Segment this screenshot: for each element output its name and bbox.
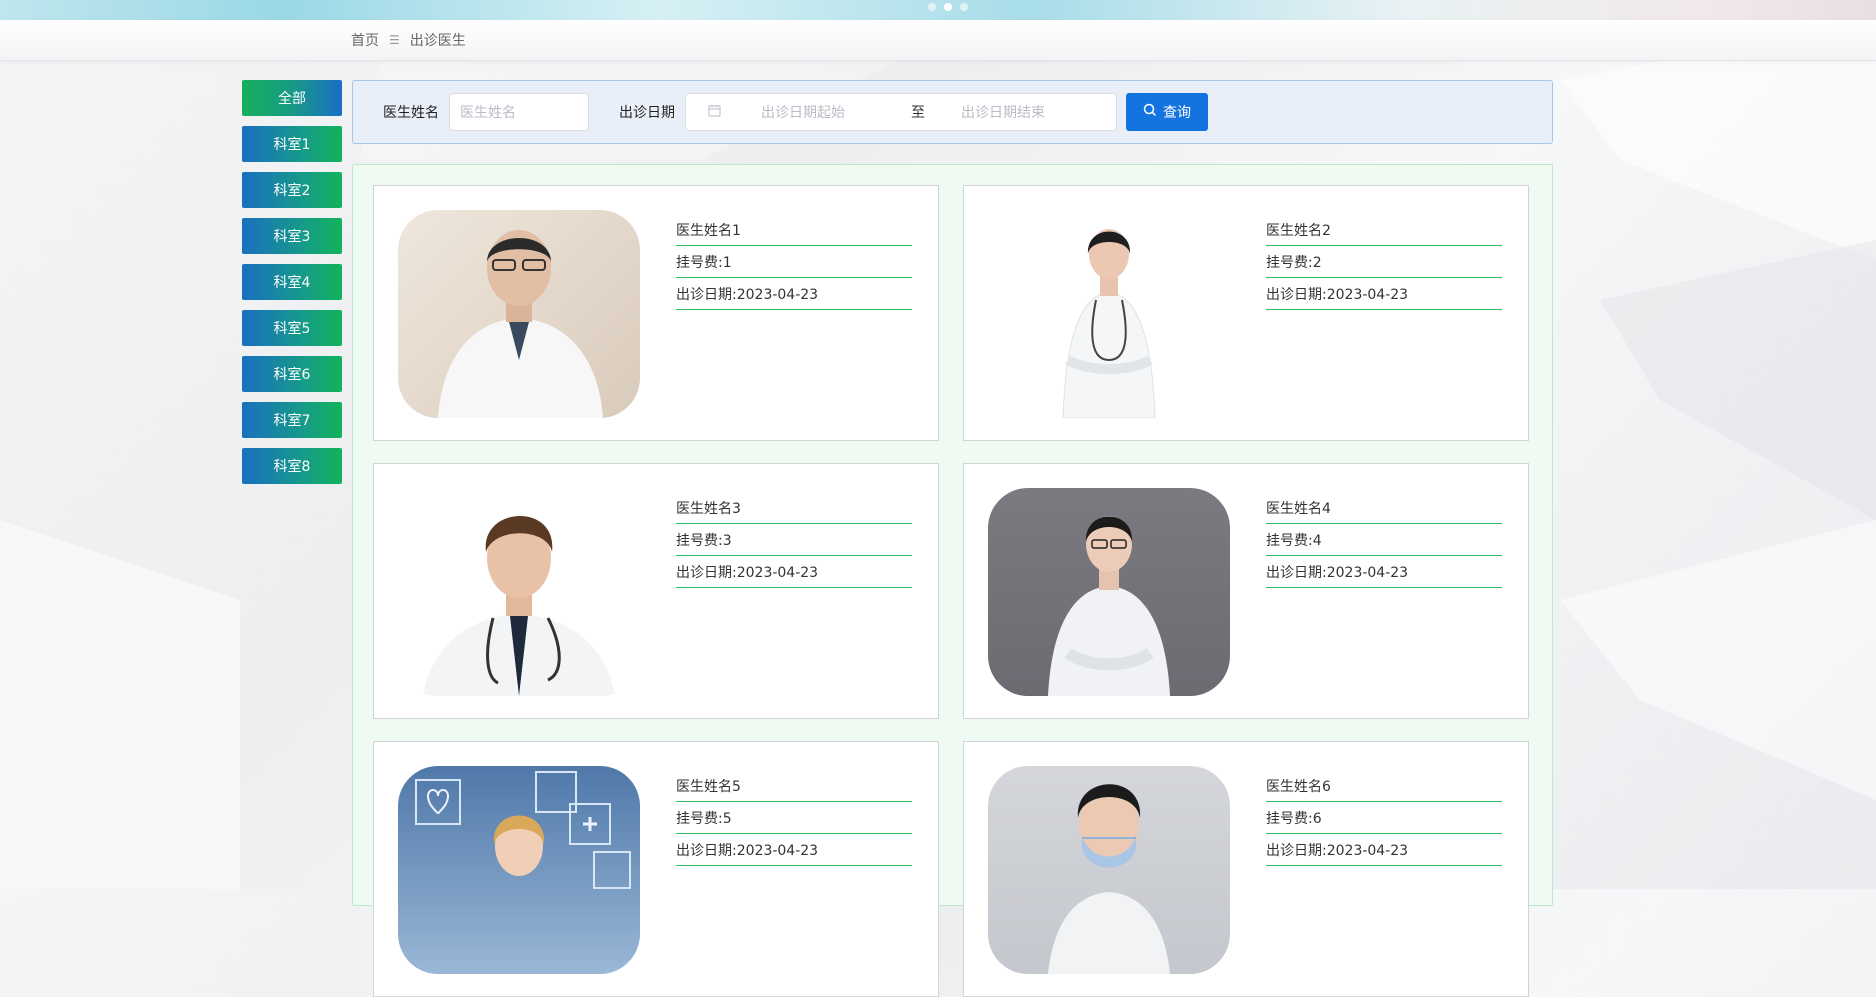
- doctor-photo: [398, 488, 640, 696]
- carousel-dot[interactable]: [928, 3, 936, 11]
- doctor-name-placeholder: 医生姓名: [460, 105, 516, 121]
- doctor-name-label: 医生姓名: [383, 105, 439, 121]
- department-sidebar: 全部 科室1 科室2 科室3 科室4 科室5 科室6 科室7 科室8: [242, 80, 342, 494]
- visit-date-label: 出诊日期: [619, 105, 675, 121]
- sidebar-item-dept6[interactable]: 科室6: [242, 356, 342, 392]
- doctor-list-panel: 医生姓名1 挂号费:1 出诊日期:2023-04-23 医生姓名2 挂号费:2 …: [352, 164, 1553, 997]
- sidebar-item-dept5[interactable]: 科室5: [242, 310, 342, 346]
- doctor-card[interactable]: 医生姓名2 挂号费:2 出诊日期:2023-04-23: [963, 185, 1529, 441]
- doctor-info: 医生姓名5 挂号费:5 出诊日期:2023-04-23: [676, 770, 912, 866]
- doctor-name: 医生姓名1: [676, 214, 912, 246]
- sidebar-item-all[interactable]: 全部: [242, 80, 342, 116]
- doctor-name: 医生姓名5: [676, 770, 912, 802]
- breadcrumb: 首页 ☰ 出诊医生: [351, 20, 466, 60]
- visit-date: 出诊日期:2023-04-23: [676, 278, 912, 310]
- registration-fee: 挂号费:3: [676, 524, 912, 556]
- doctor-name: 医生姓名6: [1266, 770, 1502, 802]
- doctor-name: 医生姓名2: [1266, 214, 1502, 246]
- registration-fee: 挂号费:4: [1266, 524, 1502, 556]
- registration-fee: 挂号费:6: [1266, 802, 1502, 834]
- doctor-info: 医生姓名6 挂号费:6 出诊日期:2023-04-23: [1266, 770, 1502, 866]
- sidebar-item-dept2[interactable]: 科室2: [242, 172, 342, 208]
- doctor-card[interactable]: 医生姓名4 挂号费:4 出诊日期:2023-04-23: [963, 463, 1529, 719]
- query-button[interactable]: 查询: [1126, 93, 1208, 131]
- doctor-card[interactable]: 医生姓名6 挂号费:6 出诊日期:2023-04-23: [963, 741, 1529, 997]
- doctor-card[interactable]: 医生姓名5 挂号费:5 出诊日期:2023-04-23: [373, 741, 939, 997]
- breadcrumb-current: 出诊医生: [409, 33, 466, 49]
- doctor-info: 医生姓名1 挂号费:1 出诊日期:2023-04-23: [676, 214, 912, 310]
- doctor-card[interactable]: 医生姓名1 挂号费:1 出诊日期:2023-04-23: [373, 185, 939, 441]
- sidebar-item-dept7[interactable]: 科室7: [242, 402, 342, 438]
- doctor-name-input[interactable]: 医生姓名: [449, 93, 589, 131]
- sidebar-item-dept8[interactable]: 科室8: [242, 448, 342, 484]
- top-banner: [0, 0, 1876, 20]
- date-end-placeholder[interactable]: 出诊日期结束: [961, 102, 1101, 122]
- doctor-photo: [988, 766, 1230, 974]
- calendar-icon: [708, 104, 721, 121]
- carousel-dot-active[interactable]: [944, 3, 952, 11]
- visit-date: 出诊日期:2023-04-23: [1266, 556, 1502, 588]
- doctor-card[interactable]: 医生姓名3 挂号费:3 出诊日期:2023-04-23: [373, 463, 939, 719]
- visit-date: 出诊日期:2023-04-23: [676, 834, 912, 866]
- breadcrumb-separator-icon: ☰: [389, 33, 400, 47]
- doctor-photo: [988, 488, 1230, 696]
- banner-carousel-dots[interactable]: [928, 3, 968, 11]
- date-range-separator: 至: [911, 105, 925, 121]
- doctor-info: 医生姓名3 挂号费:3 出诊日期:2023-04-23: [676, 492, 912, 588]
- doctor-photo: [398, 766, 640, 974]
- visit-date-range-picker[interactable]: 出诊日期起始 至 出诊日期结束: [685, 93, 1117, 131]
- registration-fee: 挂号费:5: [676, 802, 912, 834]
- doctor-photo: [988, 210, 1230, 418]
- sidebar-item-dept3[interactable]: 科室3: [242, 218, 342, 254]
- doctor-info: 医生姓名4 挂号费:4 出诊日期:2023-04-23: [1266, 492, 1502, 588]
- doctor-info: 医生姓名2 挂号费:2 出诊日期:2023-04-23: [1266, 214, 1502, 310]
- registration-fee: 挂号费:2: [1266, 246, 1502, 278]
- visit-date: 出诊日期:2023-04-23: [1266, 278, 1502, 310]
- sidebar-item-dept1[interactable]: 科室1: [242, 126, 342, 162]
- sidebar-item-dept4[interactable]: 科室4: [242, 264, 342, 300]
- doctor-name: 医生姓名4: [1266, 492, 1502, 524]
- carousel-dot[interactable]: [960, 3, 968, 11]
- visit-date: 出诊日期:2023-04-23: [1266, 834, 1502, 866]
- doctor-photo: [398, 210, 640, 418]
- search-icon: [1143, 103, 1157, 121]
- search-panel: 医生姓名 医生姓名 出诊日期 出诊日期起始 至 出诊日期结束 查询: [352, 80, 1553, 144]
- registration-fee: 挂号费:1: [676, 246, 912, 278]
- breadcrumb-home[interactable]: 首页: [351, 30, 379, 50]
- date-start-placeholder[interactable]: 出诊日期起始: [761, 102, 881, 122]
- visit-date: 出诊日期:2023-04-23: [676, 556, 912, 588]
- doctor-name: 医生姓名3: [676, 492, 912, 524]
- query-button-label: 查询: [1163, 105, 1191, 121]
- breadcrumb-bar: 首页 ☰ 出诊医生: [0, 20, 1876, 61]
